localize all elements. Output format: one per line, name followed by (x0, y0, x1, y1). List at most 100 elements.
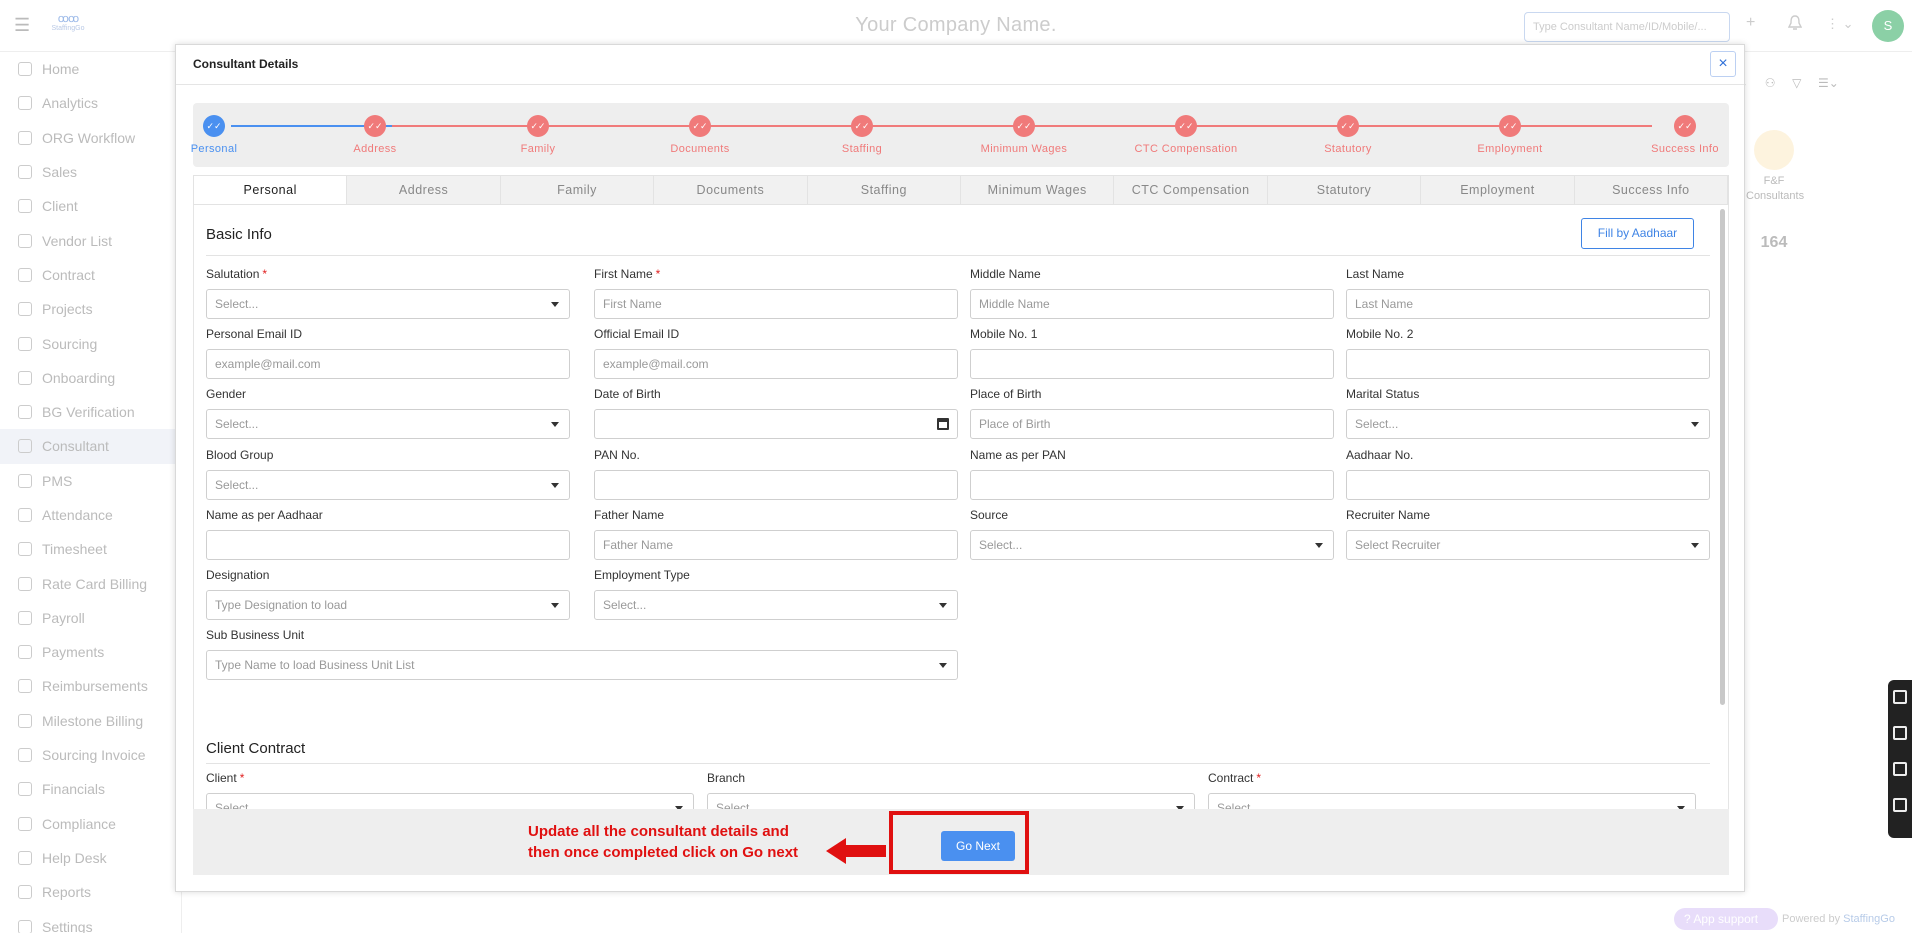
sidebar-item-sourcing[interactable]: Sourcing (0, 326, 181, 360)
dob-input[interactable] (594, 409, 958, 439)
step-minimum-wages[interactable]: ✓✓ Minimum Wages (964, 115, 1084, 155)
client-contract-title: Client Contract (206, 740, 306, 757)
branch-select[interactable]: Select... (707, 793, 1195, 809)
step-documents[interactable]: ✓✓ Documents (640, 115, 760, 155)
salutation-label: Salutation * (206, 267, 268, 281)
tab-minimum-wages[interactable]: Minimum Wages (961, 176, 1115, 204)
client-select[interactable]: Select... (206, 793, 694, 809)
marital-status-label: Marital Status (1346, 387, 1420, 401)
sidebar-item-reports[interactable]: Reports (0, 875, 181, 909)
sidebar-item-milestone-billing[interactable]: Milestone Billing (0, 704, 181, 738)
tab-address[interactable]: Address (347, 176, 501, 204)
recruiter-select[interactable]: Select Recruiter (1346, 530, 1710, 560)
tab-staffing[interactable]: Staffing (808, 176, 962, 204)
sidebar-item-contract[interactable]: Contract (0, 258, 181, 292)
video-icon[interactable] (1893, 726, 1907, 740)
sidebar-item-sales[interactable]: Sales (0, 155, 181, 189)
sidebar-item-help-desk[interactable]: Help Desk (0, 841, 181, 875)
app-support-button[interactable]: ? App support (1674, 908, 1778, 930)
client-field: Client * Select... (206, 771, 694, 809)
sidebar-item-compliance[interactable]: Compliance (0, 807, 181, 841)
middle-name-input[interactable]: Middle Name (970, 289, 1334, 319)
sidebar-item-icon (18, 508, 32, 522)
name-aadhaar-input[interactable] (206, 530, 570, 560)
mobile2-input[interactable] (1346, 349, 1710, 379)
sidebar-item-pms[interactable]: PMS (0, 464, 181, 498)
sidebar-item-reimbursements[interactable]: Reimbursements (0, 669, 181, 703)
tab-statutory[interactable]: Statutory (1268, 176, 1422, 204)
name-pan-field: Name as per PAN (970, 448, 1334, 500)
sidebar-item-label: Home (42, 61, 80, 78)
sidebar-item-sourcing-invoice[interactable]: Sourcing Invoice (0, 738, 181, 772)
sidebar-item-attendance[interactable]: Attendance (0, 498, 181, 532)
sidebar-item-payroll[interactable]: Payroll (0, 601, 181, 635)
tab-success-info[interactable]: Success Info (1575, 176, 1729, 204)
sub-bu-select[interactable]: Type Name to load Business Unit List (206, 650, 958, 680)
sidebar-item-consultant[interactable]: Consultant (0, 429, 181, 464)
employment-type-select[interactable]: Select... (594, 590, 958, 620)
form-tabs: Personal Address Family Documents Staffing Mi… (193, 175, 1729, 205)
step-label: Documents (670, 143, 730, 155)
step-staffing[interactable]: ✓✓ Staffing (802, 115, 922, 155)
tab-personal[interactable]: Personal (194, 176, 348, 204)
contract-select[interactable]: Select... (1208, 793, 1696, 809)
sidebar-item-label: Help Desk (42, 849, 107, 866)
sidebar-item-home[interactable]: Home (0, 52, 181, 86)
sidebar-item-projects[interactable]: Projects (0, 292, 181, 326)
tab-family[interactable]: Family (501, 176, 655, 204)
sidebar-item-timesheet[interactable]: Timesheet (0, 532, 181, 566)
official-email-input[interactable]: example@mail.com (594, 349, 958, 379)
form-scrollbar[interactable] (1720, 209, 1725, 705)
more-options-icon[interactable]: ⋮ ⌄ (1826, 16, 1854, 32)
step-family[interactable]: ✓✓ Family (478, 115, 598, 155)
sidebar-item-financials[interactable]: Financials (0, 772, 181, 806)
marital-status-select[interactable]: Select... (1346, 409, 1710, 439)
step-success-info[interactable]: ✓✓ Success Info (1625, 115, 1745, 155)
step-label: Statutory (1324, 143, 1372, 155)
step-address[interactable]: ✓✓ Address (315, 115, 435, 155)
step-ctc-compensation[interactable]: ✓✓ CTC Compensation (1126, 115, 1246, 155)
place-of-birth-input[interactable]: Place of Birth (970, 409, 1334, 439)
close-icon[interactable]: × (1710, 51, 1736, 77)
last-name-input[interactable]: Last Name (1346, 289, 1710, 319)
step-employment[interactable]: ✓✓ Employment (1450, 115, 1570, 155)
sidebar-item-client[interactable]: Client (0, 189, 181, 223)
name-pan-input[interactable] (970, 470, 1334, 500)
side-toolbar (1888, 680, 1912, 838)
sidebar-item-onboarding[interactable]: Onboarding (0, 361, 181, 395)
screen-icon[interactable] (1893, 762, 1907, 776)
tab-employment[interactable]: Employment (1421, 176, 1575, 204)
add-icon[interactable]: + (1746, 14, 1755, 32)
camera-icon[interactable] (1893, 690, 1907, 704)
sidebar-item-settings[interactable]: Settings (0, 909, 181, 933)
sidebar-item-vendor-list[interactable]: Vendor List (0, 223, 181, 257)
calendar-icon[interactable] (937, 418, 949, 430)
personal-email-input[interactable]: example@mail.com (206, 349, 570, 379)
step-personal[interactable]: ✓✓ Personal (154, 115, 274, 155)
step-statutory[interactable]: ✓✓ Statutory (1288, 115, 1408, 155)
sidebar-item-payments[interactable]: Payments (0, 635, 181, 669)
last-name-label: Last Name (1346, 267, 1405, 281)
father-name-input[interactable]: Father Name (594, 530, 958, 560)
consultant-search-input[interactable]: Type Consultant Name/ID/Mobile/... (1524, 12, 1730, 42)
gear-icon[interactable] (1893, 798, 1907, 812)
bell-icon[interactable] (1788, 14, 1802, 32)
first-name-input[interactable]: First Name (594, 289, 958, 319)
fill-by-aadhaar-button[interactable]: Fill by Aadhaar (1581, 218, 1694, 249)
blood-group-select[interactable]: Select... (206, 470, 570, 500)
avatar[interactable]: S (1872, 10, 1904, 42)
source-select[interactable]: Select... (970, 530, 1334, 560)
pan-no-input[interactable] (594, 470, 958, 500)
sidebar-item-bg-verification[interactable]: BG Verification (0, 395, 181, 429)
sidebar-item-label: Reimbursements (42, 678, 148, 695)
tab-ctc-compensation[interactable]: CTC Compensation (1114, 176, 1268, 204)
salutation-select[interactable]: Select... (206, 289, 570, 319)
aadhaar-no-input[interactable] (1346, 470, 1710, 500)
designation-label: Designation (206, 568, 270, 582)
mobile1-input[interactable] (970, 349, 1334, 379)
gender-label: Gender (206, 387, 247, 401)
designation-select[interactable]: Type Designation to load (206, 590, 570, 620)
tab-documents[interactable]: Documents (654, 176, 808, 204)
gender-select[interactable]: Select... (206, 409, 570, 439)
sidebar-item-rate-card-billing[interactable]: Rate Card Billing (0, 566, 181, 600)
